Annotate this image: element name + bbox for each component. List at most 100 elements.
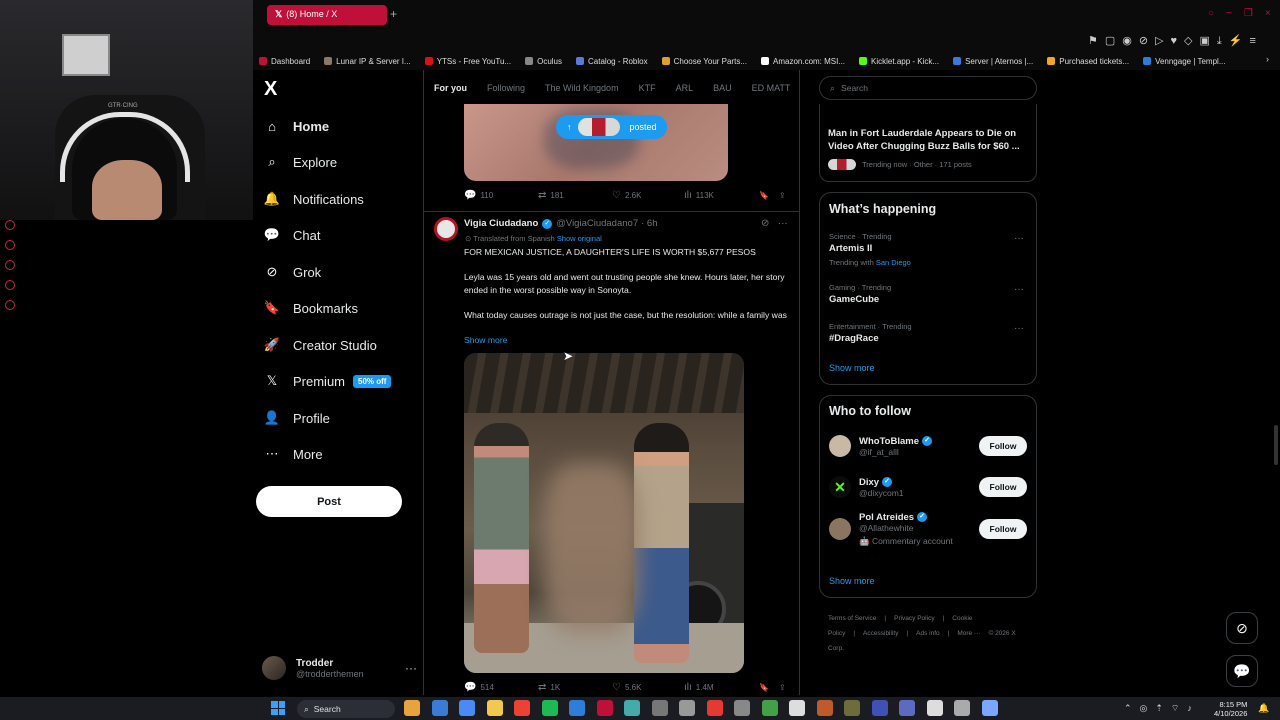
taskbar-app-icon[interactable] xyxy=(816,700,833,716)
reply-button[interactable]: 💬 514 xyxy=(464,682,538,693)
taskbar-app-icon[interactable] xyxy=(789,700,805,716)
taskbar-app-icon[interactable] xyxy=(431,700,448,716)
feed-tab[interactable]: For you xyxy=(434,83,467,93)
feed-tab[interactable]: ED MATT xyxy=(752,83,791,93)
taskbar-app-icon[interactable] xyxy=(541,700,558,716)
feed-tab[interactable]: The Wild Kingdom xyxy=(545,83,619,93)
bookmark-item[interactable]: Amazon.com: MSI... xyxy=(761,57,845,66)
avatar[interactable] xyxy=(829,518,851,540)
taskbar-search[interactable]: ⌕ Search xyxy=(297,700,395,718)
taskbar-app-icon[interactable] xyxy=(596,700,613,716)
account-switcher[interactable]: Trodder @trodderthemen ··· xyxy=(262,653,417,683)
trend-context-link[interactable]: San Diego xyxy=(876,258,911,267)
reply-button[interactable]: 💬 110 xyxy=(464,190,538,201)
more-icon[interactable]: ··· xyxy=(778,218,788,229)
bookmark-item[interactable]: YTSs - Free YouTu... xyxy=(424,57,511,66)
footer-link[interactable]: Accessibility xyxy=(863,630,898,637)
system-tray[interactable]: ⌃◎⇡⌔♪ xyxy=(1124,703,1200,714)
more-icon[interactable]: ··· xyxy=(1014,284,1024,295)
trend-name[interactable]: GameCube xyxy=(829,294,879,305)
more-icon[interactable]: ··· xyxy=(1014,233,1024,244)
grok-icon[interactable]: ⊘ xyxy=(761,218,769,229)
taskbar-app-icon[interactable] xyxy=(844,700,860,716)
taskbar-app-icon[interactable] xyxy=(761,700,778,716)
extension-icons[interactable]: ⚑▢◉⊘▷♥◇▣⤓⚡≡ xyxy=(1088,34,1263,48)
footer-link[interactable]: Ads info xyxy=(916,630,940,637)
like-button[interactable]: ♡ 5.6K xyxy=(612,682,684,693)
active-tab[interactable]: 𝕏 (8) Home / X xyxy=(267,5,387,25)
footer-link[interactable]: Terms of Service xyxy=(828,615,876,622)
taskbar-app-icon[interactable] xyxy=(514,700,530,716)
tweet-menu[interactable]: ⊘ ··· xyxy=(761,218,788,229)
bookmark-item[interactable]: Server | Aternos |... xyxy=(953,57,1033,66)
bookmark-item[interactable]: Kicklet.app - Kick... xyxy=(859,57,939,66)
taskbar-app-icon[interactable] xyxy=(651,700,668,716)
views-button[interactable]: ılı 1.4M xyxy=(684,682,759,693)
footer-link[interactable]: More ··· xyxy=(957,630,980,637)
strip-icon[interactable] xyxy=(5,220,15,230)
bookmark-item[interactable]: Oculus xyxy=(525,57,562,66)
author-name[interactable]: Vigia Ciudadano xyxy=(464,218,538,229)
windows-start-icon[interactable] xyxy=(271,701,285,715)
follow-show-more[interactable]: Show more xyxy=(829,576,875,586)
views-button[interactable]: ılı 113K xyxy=(684,190,759,201)
avatar[interactable] xyxy=(829,435,851,457)
taskbar-app-icon[interactable] xyxy=(569,700,585,716)
feed-tab[interactable]: KTF xyxy=(639,83,656,93)
nav-bookmarks[interactable]: 🔖 Bookmarks xyxy=(264,300,358,316)
messages-icon[interactable]: 💬 xyxy=(1226,655,1258,687)
share-icon[interactable]: ⇪ xyxy=(779,190,786,201)
bookmark-item[interactable]: Lunar IP & Server I... xyxy=(324,57,411,66)
nav-notifications[interactable]: 🔔 Notifications xyxy=(264,191,364,207)
trends-show-more[interactable]: Show more xyxy=(829,363,875,373)
strip-icon[interactable] xyxy=(5,280,15,290)
strip-icon[interactable] xyxy=(5,300,15,310)
window-controls[interactable]: ○−❐× xyxy=(1208,8,1280,19)
avatar[interactable]: ✕ xyxy=(829,476,851,498)
nav-explore[interactable]: ⌕ Explore xyxy=(264,154,337,170)
footer-link[interactable]: Privacy Policy xyxy=(894,615,934,622)
bookmarks-overflow-button[interactable]: › xyxy=(1266,54,1269,64)
clock[interactable]: 8:15 PM 4/10/2026 xyxy=(1214,700,1247,718)
trend-name[interactable]: #DragRace xyxy=(829,333,879,344)
repost-button[interactable]: ⇄ 181 xyxy=(538,190,612,201)
grok-icon[interactable]: ⊘ xyxy=(1226,612,1258,644)
taskbar-app-icon[interactable] xyxy=(486,700,503,716)
news-headline[interactable]: Man in Fort Lauderdale Appears to Die on… xyxy=(828,128,1028,153)
strip-icon[interactable] xyxy=(5,240,15,250)
scrollbar[interactable] xyxy=(1274,425,1278,465)
follow-button[interactable]: Follow xyxy=(979,436,1027,456)
show-more-link[interactable]: Show more xyxy=(464,335,507,345)
follow-button[interactable]: Follow xyxy=(979,477,1027,497)
feed-tab[interactable]: ARL xyxy=(676,83,694,93)
like-button[interactable]: ♡ 2.6K xyxy=(612,190,684,201)
bookmark-item[interactable]: Catalog - Roblox xyxy=(576,57,648,66)
taskbar-app-icon[interactable] xyxy=(899,700,915,716)
feed-tab[interactable]: Following xyxy=(487,83,525,93)
bookmark-icon[interactable]: 🔖 xyxy=(759,682,779,693)
post-time[interactable]: · 6h xyxy=(641,218,657,229)
new-tab-button[interactable]: + xyxy=(390,7,397,21)
taskbar-app-icon[interactable] xyxy=(871,700,888,716)
taskbar-app-icon[interactable] xyxy=(706,700,723,716)
nav-premium[interactable]: 𝕏 Premium 50% off xyxy=(264,373,392,389)
nav-creator-studio[interactable]: 🚀 Creator Studio xyxy=(264,337,377,353)
taskbar-app-icon[interactable] xyxy=(459,700,475,716)
bookmark-item[interactable]: Venngage | Templ... xyxy=(1143,57,1226,66)
new-posts-pill[interactable]: ↑ posted xyxy=(556,115,667,139)
taskbar-app-icon[interactable] xyxy=(954,700,970,716)
more-icon[interactable]: ··· xyxy=(405,661,417,675)
nav-profile[interactable]: 👤 Profile xyxy=(264,410,330,426)
strip-icon[interactable] xyxy=(5,260,15,270)
repost-button[interactable]: ⇄ 1K xyxy=(538,682,612,693)
nav-chat[interactable]: 💬 Chat xyxy=(264,227,321,243)
more-icon[interactable]: ··· xyxy=(1014,323,1024,334)
notification-bell-icon[interactable]: 🔔 xyxy=(1258,703,1269,714)
author-handle[interactable]: @VigiaCiudadano7 xyxy=(556,218,638,229)
taskbar-app-icon[interactable] xyxy=(981,700,998,716)
follow-button[interactable]: Follow xyxy=(979,519,1027,539)
x-logo-icon[interactable]: X xyxy=(264,78,277,101)
tweet-media[interactable] xyxy=(464,353,744,673)
taskbar-app-icon[interactable] xyxy=(734,700,750,716)
taskbar-app-icon[interactable] xyxy=(404,700,420,716)
